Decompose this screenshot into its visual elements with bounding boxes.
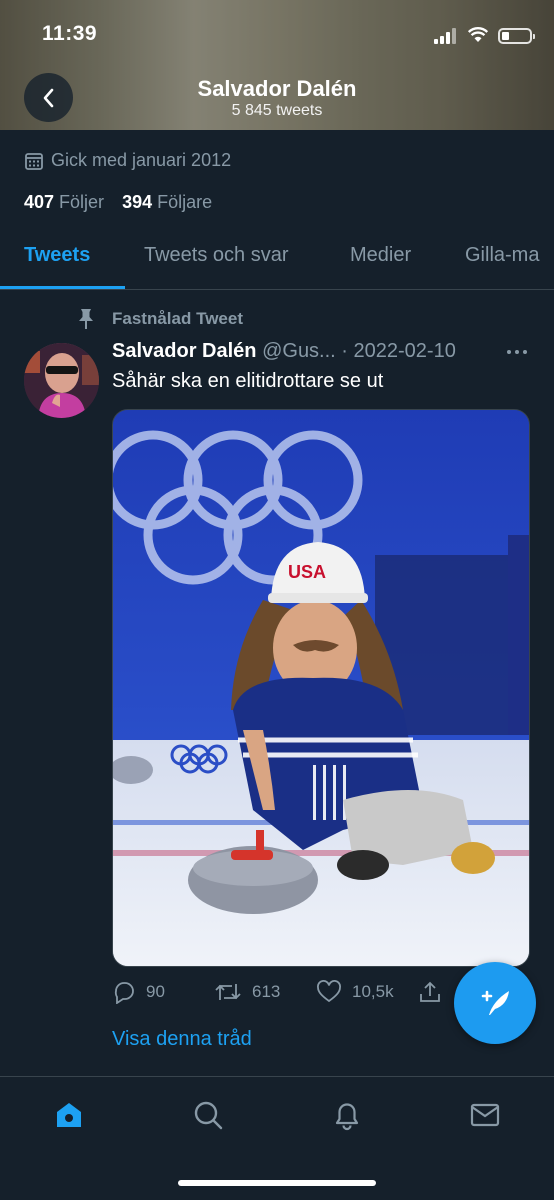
wifi-icon <box>468 27 488 42</box>
search-icon[interactable] <box>192 1099 224 1131</box>
avatar[interactable] <box>24 343 99 418</box>
followers-label: Följare <box>157 192 213 212</box>
header-profile-name: Salvador Dalén <box>197 76 357 101</box>
home-indicator <box>178 1180 376 1186</box>
profile-header-banner: 11:39 Salvador Dalén 5 845 tweets <box>0 0 554 130</box>
tweet-text: Såhär ska en elitidrottare se ut <box>112 370 384 392</box>
tweet-author-name[interactable]: Salvador Dalén <box>112 340 257 362</box>
calendar-icon <box>25 152 43 170</box>
like-button[interactable]: 10,5k <box>316 980 394 1004</box>
joined-date: Gick med januari 2012 <box>24 150 231 171</box>
reply-button[interactable]: 90 <box>112 980 165 1004</box>
retweet-count: 613 <box>252 982 281 1001</box>
heart-icon <box>317 980 341 1003</box>
tweet-handle[interactable]: @Gus... <box>262 340 336 362</box>
active-tab-indicator <box>0 286 125 289</box>
pinned-tweet-label: Fastnålad Tweet <box>76 308 243 330</box>
followers-link[interactable]: 394 Följare <box>122 192 212 212</box>
share-icon <box>420 981 440 1002</box>
retweet-button[interactable]: 613 <box>214 980 280 1004</box>
reply-icon <box>114 982 134 1004</box>
following-label: Följer <box>59 192 105 212</box>
mail-icon[interactable] <box>469 1099 501 1131</box>
compose-tweet-button[interactable] <box>454 962 536 1044</box>
pin-icon <box>79 309 93 329</box>
avatar-image <box>24 343 99 418</box>
bell-icon[interactable] <box>331 1099 363 1131</box>
tweet-header: Salvador Dalén @Gus... · 2022-02-10 <box>112 340 456 363</box>
signal-icon <box>434 28 460 44</box>
tab-tweets[interactable]: Tweets <box>24 244 90 267</box>
retweet-icon <box>215 984 241 1000</box>
tweet-date[interactable]: · 2022-02-10 <box>341 340 456 362</box>
battery-icon <box>498 28 535 44</box>
joined-text: Gick med januari 2012 <box>51 150 232 170</box>
like-count: 10,5k <box>352 982 394 1001</box>
following-count: 407 <box>24 192 55 212</box>
compose-tweet-icon <box>481 990 509 1015</box>
follow-stats: 407 Följer 394 Följare <box>24 192 212 213</box>
header-tweet-count: 5 845 tweets <box>231 102 323 119</box>
svg-text:USA: USA <box>288 562 326 582</box>
tab-tweets-and-replies[interactable]: Tweets och svar <box>144 244 289 267</box>
tab-likes[interactable]: Gilla-ma <box>465 244 539 267</box>
reply-count: 90 <box>146 982 165 1001</box>
following-link[interactable]: 407 Följer <box>24 192 104 212</box>
profile-tabs: Tweets Tweets och svar Medier Gilla-ma <box>0 232 554 290</box>
curling-athlete-photo: USA <box>113 410 529 966</box>
show-thread-link[interactable]: Visa denna tråd <box>112 1028 252 1051</box>
followers-count: 394 <box>122 192 153 212</box>
home-icon[interactable] <box>53 1099 85 1131</box>
status-time: 11:39 <box>42 22 98 45</box>
share-button[interactable] <box>418 980 452 1004</box>
more-dots-icon[interactable] <box>505 344 529 360</box>
tweet-media-image[interactable]: USA <box>112 409 530 967</box>
status-bar: 11:39 <box>0 18 554 48</box>
tab-media[interactable]: Medier <box>350 244 411 267</box>
pinned-label-text: Fastnålad Tweet <box>112 309 243 328</box>
